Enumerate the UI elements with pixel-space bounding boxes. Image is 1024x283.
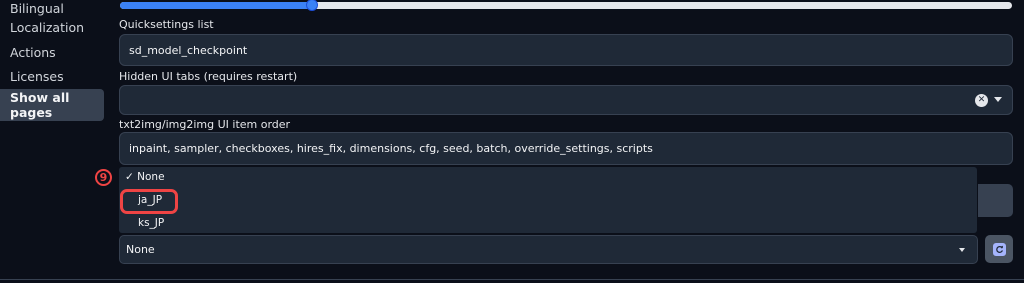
- chevron-down-icon: [959, 248, 965, 252]
- hidden-ui-tabs-label: Hidden UI tabs (requires restart): [119, 70, 298, 83]
- close-icon[interactable]: ✕: [975, 94, 988, 107]
- dropdown-option-none[interactable]: ✓ None: [125, 171, 165, 183]
- check-icon: ✓: [125, 171, 134, 183]
- refresh-button[interactable]: [985, 235, 1013, 263]
- sidebar-item-licenses[interactable]: Licenses: [10, 68, 64, 86]
- sidebar-item-actions[interactable]: Actions: [10, 44, 56, 62]
- annotation-step-number: 9: [95, 169, 112, 186]
- localization-field-behind-menu: [978, 184, 1013, 217]
- ui-item-order-input[interactable]: inpaint, sampler, checkboxes, hires_fix,…: [119, 132, 1013, 165]
- dropdown-option-label: None: [137, 171, 165, 183]
- localization-select-value: None: [126, 243, 155, 256]
- refresh-icon: [992, 242, 1006, 256]
- setting-slider[interactable]: [120, 2, 1012, 9]
- slider-fill: [120, 2, 312, 9]
- sidebar-item-bilingual[interactable]: Bilingual: [10, 0, 64, 18]
- annotation-highlight-box: [120, 189, 178, 214]
- localization-dropdown-menu: ✓ None ja_JP ks_JP: [119, 167, 977, 233]
- settings-sidebar: Bilingual Localization Actions Licenses …: [0, 0, 110, 283]
- slider-thumb[interactable]: [305, 0, 318, 11]
- hidden-ui-tabs-dropdown[interactable]: ✕: [119, 85, 1013, 115]
- quicksettings-label: Quicksettings list: [119, 18, 214, 31]
- ui-item-order-label: txt2img/img2img UI item order: [119, 118, 291, 131]
- quicksettings-value: sd_model_checkpoint: [129, 43, 248, 57]
- bottom-divider: [0, 279, 1024, 280]
- sidebar-item-localization[interactable]: Localization: [10, 19, 84, 37]
- quicksettings-input[interactable]: sd_model_checkpoint: [119, 34, 1013, 66]
- show-all-pages-button[interactable]: Show all pages: [0, 89, 104, 121]
- ui-item-order-value: inpaint, sampler, checkboxes, hires_fix,…: [129, 142, 653, 155]
- chevron-down-icon[interactable]: [994, 97, 1002, 102]
- localization-select[interactable]: None: [119, 235, 978, 264]
- dropdown-option-ks-jp[interactable]: ks_JP: [138, 217, 164, 229]
